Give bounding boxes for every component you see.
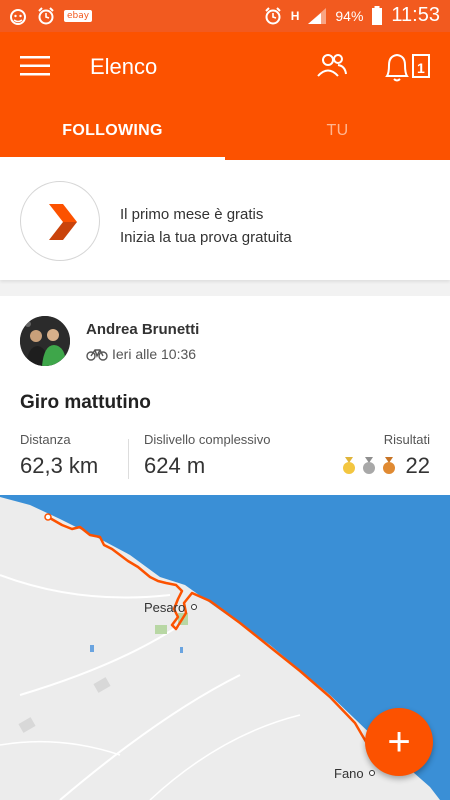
signal-icon (308, 7, 327, 24)
city-label-fano: Fano (334, 766, 364, 781)
find-friends-icon[interactable] (316, 52, 348, 80)
promo-line-1: Il primo mese è gratis (120, 206, 264, 223)
distance-value: 62,3 km (20, 453, 99, 478)
subscription-promo[interactable]: Il primo mese è gratis Inizia la tua pro… (0, 160, 450, 280)
alarm-icon (38, 7, 54, 25)
results-value: 22 (405, 453, 430, 478)
strava-logo (20, 181, 100, 261)
city-label-pesaro: Pesaro (144, 600, 186, 615)
activity-time: Ieri alle 10:36 (112, 346, 197, 362)
app-bar: Elenco 1 (0, 32, 450, 102)
ebay-notification-icon: ebay (64, 10, 93, 22)
tab-following[interactable]: FOLLOWING (0, 102, 225, 160)
alarm-icon (265, 6, 281, 24)
stat-divider (128, 439, 129, 479)
page-title: Elenco (90, 54, 158, 79)
notifications-button[interactable]: 1 (383, 50, 433, 89)
status-bar: ebay H 94% 11:53 (0, 0, 450, 32)
silver-medal-icon (362, 457, 375, 474)
elevation-value: 624 m (144, 453, 206, 478)
menu-icon[interactable] (20, 54, 50, 78)
add-activity-button[interactable]: + (365, 708, 433, 776)
gold-medal-icon (342, 457, 355, 474)
tab-you[interactable]: TU (225, 102, 450, 160)
results-row: 22 (342, 453, 430, 479)
promo-text: Il primo mese è gratis Inizia la tua pro… (120, 203, 292, 249)
feed-tabs: FOLLOWING TU (0, 102, 450, 160)
activity-meta: Ieri alle 10:36 (86, 346, 196, 362)
bell-icon (385, 53, 430, 82)
plus-icon: + (387, 720, 411, 764)
athlete-photo (20, 316, 70, 366)
stat-distance: Distanza 62,3 km (20, 432, 98, 479)
distance-label: Distanza (20, 432, 71, 447)
status-left: ebay (8, 6, 93, 26)
bronze-medal-icon (382, 457, 395, 474)
avatar[interactable] (20, 316, 70, 366)
android-face-icon (10, 9, 26, 25)
activity-title[interactable]: Giro mattutino (20, 392, 151, 414)
elevation-label: Dislivello complessivo (144, 432, 271, 447)
notification-count: 1 (417, 60, 425, 76)
battery-percentage: 94% (335, 7, 364, 24)
athlete-name[interactable]: Andrea Brunetti (86, 321, 199, 338)
bike-icon (86, 349, 108, 361)
promo-line-2: Inizia la tua prova gratuita (120, 229, 292, 246)
network-type-label: H (290, 8, 300, 23)
status-right: H 94% 11:53 (263, 4, 440, 27)
stat-results: Risultati 22 (342, 432, 430, 479)
battery-icon (372, 5, 383, 25)
chevron-logo-icon (49, 204, 77, 240)
results-label: Risultati (383, 432, 430, 447)
clock: 11:53 (391, 4, 440, 26)
stat-elevation: Dislivello complessivo 624 m (144, 432, 270, 479)
